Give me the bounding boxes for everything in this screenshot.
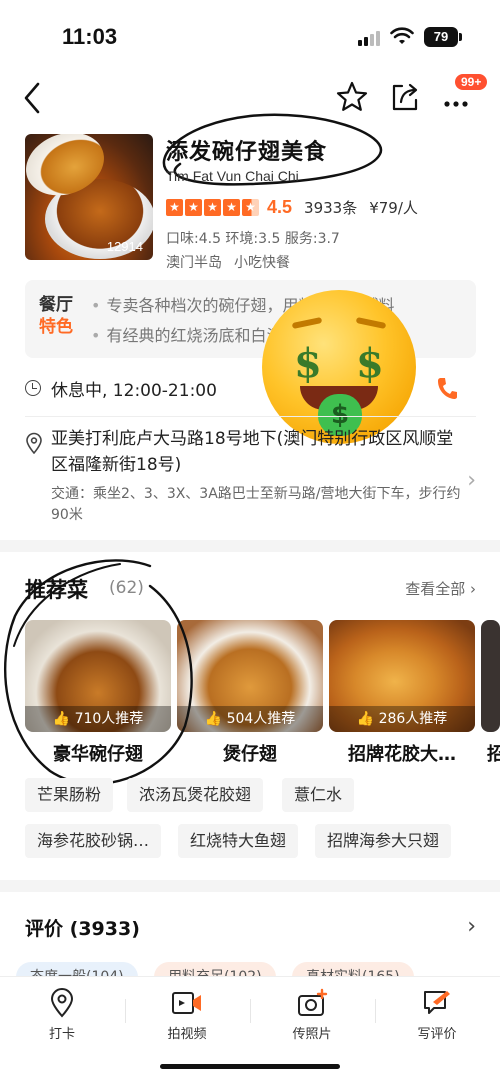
tab-separator xyxy=(250,999,251,1023)
camera-plus-icon xyxy=(267,987,357,1019)
shop-name: 添发碗仔翅美食 xyxy=(166,140,328,165)
record-video-button[interactable]: 拍视频 xyxy=(142,987,232,1042)
shop-photo[interactable]: 12914 xyxy=(25,134,153,260)
signal-icon xyxy=(358,30,384,46)
rating-stars: ★ ★ ★ ★ ★ xyxy=(166,198,259,216)
upload-photo-button[interactable]: 传照片 xyxy=(267,987,357,1042)
tab-label: 拍视频 xyxy=(167,1027,207,1042)
tab-separator xyxy=(125,999,126,1023)
sub-scores: 口味:4.5 环境:3.5 服务:3.7 xyxy=(166,231,340,247)
review-count[interactable]: 3933条 xyxy=(304,197,357,218)
home-indicator xyxy=(160,1064,340,1069)
clock-icon xyxy=(25,380,41,396)
view-all-label: 查看全部 xyxy=(405,580,466,598)
chevron-right-icon: › xyxy=(467,914,476,939)
tab-separator xyxy=(375,999,376,1023)
star-icon: ★ xyxy=(185,198,202,216)
notification-badge: 99+ xyxy=(455,74,488,90)
status-bar: 11:03 79 xyxy=(0,0,500,70)
area-label[interactable]: 澳门半岛 xyxy=(166,255,222,271)
category-label[interactable]: 小吃快餐 xyxy=(234,255,290,271)
business-hours-row[interactable]: 休息中, 12:00-21:00 xyxy=(25,370,476,406)
status-time: 11:03 xyxy=(62,24,118,49)
section-gap xyxy=(0,880,500,892)
rating-score: 4.5 xyxy=(267,196,293,217)
dish-tag[interactable]: 红烧特大鱼翅 xyxy=(178,824,299,858)
dish-name: 招 xyxy=(487,744,500,765)
star-icon: ★ xyxy=(204,198,221,216)
back-button[interactable] xyxy=(18,80,48,116)
divider xyxy=(25,416,476,417)
bottom-action-bar: 打卡 拍视频 传照片 写评价 xyxy=(0,976,500,1071)
rating-row: ★ ★ ★ ★ ★ 4.5 3933条 ¥79/人 xyxy=(166,196,418,218)
write-review-icon xyxy=(392,987,482,1019)
location-pin-icon xyxy=(26,432,42,454)
view-all-link[interactable]: 查看全部 › xyxy=(405,578,476,599)
star-icon: ★ xyxy=(223,198,240,216)
money-mouth-emoji-sticker: $ $ $ xyxy=(262,290,416,444)
feature-label: 餐厅 特色 xyxy=(39,294,79,338)
star-icon: ★ xyxy=(166,198,183,216)
photo-count: 12914 xyxy=(106,239,143,254)
feature-label-line2: 特色 xyxy=(39,317,73,337)
dish-tag[interactable]: 海参花胶砂锅… xyxy=(25,824,162,858)
dish-tag[interactable]: 招牌海参大只翅 xyxy=(315,824,452,858)
dish-card-3[interactable]: 👍 286人推荐 xyxy=(329,620,475,732)
area-tags: 澳门半岛 小吃快餐 xyxy=(166,252,290,272)
tab-label: 写评价 xyxy=(417,1027,457,1042)
address-text: 亚美打利庇卢大马路18号地下(澳门特别行政区风顺堂区福隆新街18号) xyxy=(51,429,454,475)
chevron-right-icon: › xyxy=(467,468,476,493)
reviews-header[interactable]: 评价 (3933) › xyxy=(25,914,476,944)
video-camera-icon xyxy=(142,987,232,1019)
transit-text: 交通：乘坐2、3、3X、3A路巴士至新马路/营地大街下车，步行约90米 xyxy=(51,486,461,523)
shop-name-english: Tim Fat Vun Chai Chi xyxy=(166,168,299,184)
location-pin-icon xyxy=(17,987,107,1019)
tab-label: 传照片 xyxy=(292,1027,332,1042)
share-icon[interactable] xyxy=(388,80,422,114)
wifi-icon xyxy=(390,27,414,44)
dish-tag[interactable]: 浓汤瓦煲花胶翅 xyxy=(127,778,264,812)
tab-label: 打卡 xyxy=(48,1027,75,1042)
phone-icon[interactable] xyxy=(436,376,458,400)
hours-text: 休息中, 12:00-21:00 xyxy=(51,380,217,401)
dish-tag[interactable]: 芒果肠粉 xyxy=(25,778,114,812)
battery-indicator: 79 xyxy=(424,27,458,47)
write-review-button[interactable]: 写评价 xyxy=(392,987,482,1042)
handwritten-circle-scribble xyxy=(4,559,193,786)
avg-price: ¥79/人 xyxy=(369,198,418,217)
half-star-icon: ★ xyxy=(242,198,259,216)
battery-cap xyxy=(459,33,462,41)
feature-line-1: 专卖各种档次的碗仔翅，用料大小和辅料 xyxy=(91,292,471,316)
dish-tag[interactable]: 薏仁水 xyxy=(282,778,355,812)
feature-label-line1: 餐厅 xyxy=(39,295,73,315)
reviews-title: 评价 (3933) xyxy=(25,918,140,940)
checkin-button[interactable]: 打卡 xyxy=(17,987,107,1042)
dish-card-4[interactable] xyxy=(481,620,500,732)
dish-name: 招牌花胶大… xyxy=(348,744,456,765)
section-gap xyxy=(0,540,500,552)
dish-recommend-badge: 👍 286人推荐 xyxy=(329,706,475,732)
